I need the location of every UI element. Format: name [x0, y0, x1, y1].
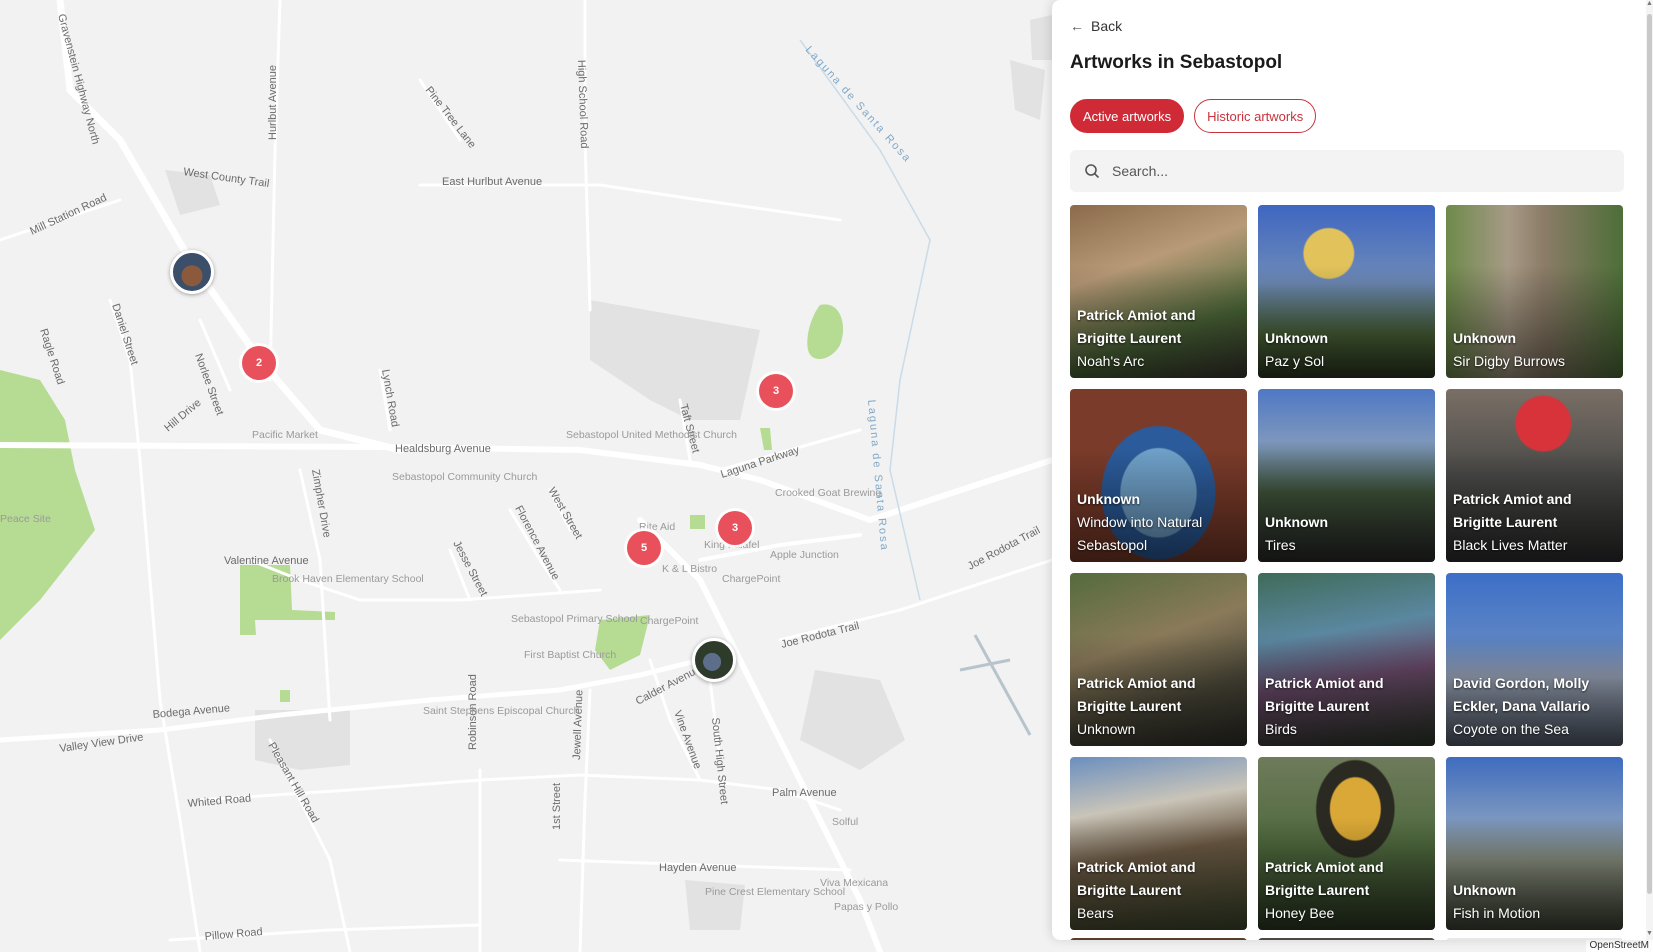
road-label: Palm Avenue	[772, 787, 837, 799]
search-box[interactable]	[1070, 150, 1624, 192]
place-label: Sebastopol Primary School	[511, 613, 638, 625]
artwork-artist: David Gordon, Molly Eckler, Dana Vallari…	[1453, 675, 1590, 714]
artwork-artist: Unknown	[1453, 330, 1516, 346]
place-label: Brook Haven Elementary School	[272, 573, 424, 585]
artwork-title: Birds	[1265, 721, 1297, 737]
road-label: Jewell Avenue	[571, 690, 585, 761]
artwork-artist: Patrick Amiot and Brigitte Laurent	[1077, 307, 1196, 346]
place-label: K & L Bistro	[662, 563, 717, 575]
place-label: Pacific Market	[252, 429, 318, 441]
road-label: Hayden Avenue	[659, 862, 736, 874]
artwork-artist: Patrick Amiot and Brigitte Laurent	[1265, 859, 1384, 898]
artwork-photo-marker[interactable]	[692, 638, 736, 682]
place-label: First Baptist Church	[524, 649, 616, 661]
artwork-artist: Patrick Amiot and Brigitte Laurent	[1453, 491, 1572, 530]
scroll-down-icon[interactable]: ▼	[1646, 930, 1653, 937]
place-label: Apple Junction	[770, 549, 839, 561]
cluster-marker[interactable]: 3	[718, 511, 752, 545]
artwork-title: Paz y Sol	[1265, 353, 1325, 369]
artwork-card[interactable]: Unknown Tires	[1258, 389, 1435, 562]
place-label: Pine Crest Elementary School	[705, 886, 845, 898]
scroll-up-icon[interactable]: ▲	[1646, 0, 1653, 7]
artwork-card[interactable]: Unknown Paz y Sol	[1258, 205, 1435, 378]
cluster-marker[interactable]: 5	[627, 531, 661, 565]
park-area	[280, 690, 290, 702]
place-label: Peace Site	[0, 513, 51, 525]
artwork-title: Sir Digby Burrows	[1453, 353, 1566, 369]
road-label: East Hurlbut Avenue	[442, 176, 542, 188]
artwork-card[interactable]: Patrick Amiot and Brigitte Laurent Unknow…	[1070, 573, 1247, 746]
artwork-title: Window into Natural Sebastopol	[1077, 514, 1203, 553]
artwork-artist: Unknown	[1265, 330, 1328, 346]
artwork-artist: Unknown	[1453, 882, 1516, 898]
artwork-title: Coyote on the Sea	[1453, 721, 1569, 737]
artwork-title: Bears	[1077, 905, 1114, 921]
search-icon	[1085, 164, 1100, 179]
artwork-card[interactable]: David Gordon, Molly Eckler, Dana Vallari…	[1446, 573, 1623, 746]
back-button[interactable]: ← Back	[1070, 18, 1122, 34]
artwork-title: Unknown	[1077, 721, 1136, 737]
road-label: Hurlbut Avenue	[267, 65, 279, 140]
search-input[interactable]	[1110, 162, 1594, 180]
artwork-photo-marker[interactable]	[170, 250, 214, 294]
artwork-title: Tires	[1265, 537, 1296, 553]
artwork-card[interactable]: Patrick Amiot and Brigitte Laurent Birds	[1258, 573, 1435, 746]
artwork-title: Black Lives Matter	[1453, 537, 1568, 553]
place-label: ChargePoint	[640, 615, 698, 627]
panel-scrollbar[interactable]: ▲ ▼	[1646, 0, 1653, 940]
place-label: ChargePoint	[722, 573, 780, 585]
park-area	[690, 515, 705, 529]
cluster-marker[interactable]: 3	[759, 374, 793, 408]
artwork-artist: Unknown	[1265, 514, 1328, 530]
artwork-artist: Patrick Amiot and Brigitte Laurent	[1265, 675, 1384, 714]
artwork-title: Fish in Motion	[1453, 905, 1541, 921]
artwork-artist: Patrick Amiot and Brigitte Laurent	[1077, 675, 1196, 714]
road-label: 1st Street	[551, 783, 563, 830]
artwork-card[interactable]: Patrick Amiot and Brigitte Laurent Bears	[1070, 757, 1247, 930]
place-label: Sebastopol Community Church	[392, 471, 537, 483]
artwork-card[interactable]: Patrick Amiot and Brigitte Laurent Noah's…	[1070, 205, 1247, 378]
artworks-panel: ← Back Artworks in Sebastopol Active art…	[1052, 0, 1646, 940]
artwork-card-partial[interactable]	[1446, 938, 1623, 940]
artwork-title: Honey Bee	[1265, 905, 1335, 921]
tab-active-artworks[interactable]: Active artworks	[1070, 99, 1185, 133]
road-label: Healdsburg Avenue	[395, 443, 491, 455]
artwork-card[interactable]: Patrick Amiot and Brigitte Laurent Black …	[1446, 389, 1623, 562]
artwork-card[interactable]: Unknown Sir Digby Burrows	[1446, 205, 1623, 378]
page-title: Artworks in Sebastopol	[1070, 52, 1283, 73]
place-label: Crooked Goat Brewing	[775, 487, 881, 499]
artwork-card[interactable]: Unknown Fish in Motion	[1446, 757, 1623, 930]
place-label: Sebastopol United Methodist Church	[566, 429, 737, 441]
artwork-card-partial[interactable]	[1258, 938, 1435, 940]
road-label: Valentine Avenue	[224, 555, 309, 567]
place-label: Saint Stephens Episcopal Church	[423, 705, 580, 717]
cluster-marker[interactable]: 2	[242, 346, 276, 380]
place-label: Solful	[832, 816, 858, 828]
artwork-card[interactable]: Patrick Amiot and Brigitte Laurent Honey …	[1258, 757, 1435, 930]
artwork-card-partial[interactable]	[1070, 938, 1247, 940]
arrow-left-icon: ←	[1070, 18, 1084, 34]
artwork-title: Noah's Arc	[1077, 353, 1145, 369]
tab-historic-artworks[interactable]: Historic artworks	[1194, 99, 1317, 133]
scrollbar-thumb[interactable]	[1647, 14, 1652, 894]
artwork-artist: Patrick Amiot and Brigitte Laurent	[1077, 859, 1196, 898]
artwork-artist: Unknown	[1077, 491, 1140, 507]
artwork-grid: Patrick Amiot and Brigitte Laurent Noah's…	[1070, 205, 1623, 930]
back-label: Back	[1091, 18, 1123, 34]
artwork-tabs: Active artworks Historic artworks	[1070, 99, 1317, 133]
map-attribution[interactable]: OpenStreetM	[1585, 939, 1653, 952]
place-label: Papas y Pollo	[834, 901, 898, 913]
artwork-card[interactable]: Unknown Window into Natural Sebastopol	[1070, 389, 1247, 562]
